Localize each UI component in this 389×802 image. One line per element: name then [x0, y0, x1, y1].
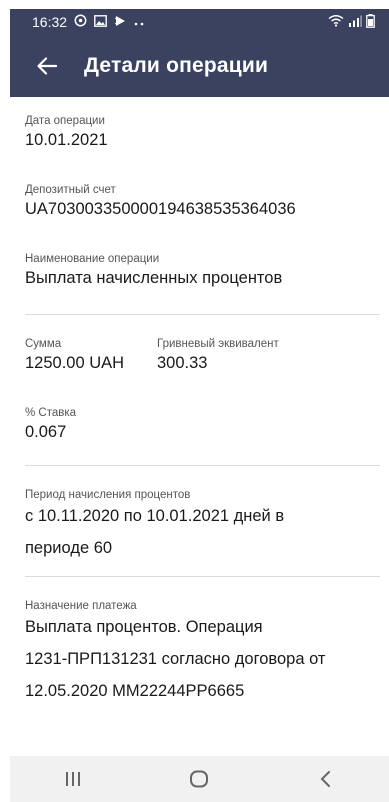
account-label: Депозитный счет: [25, 184, 116, 196]
gallery-icon: [94, 14, 107, 30]
battery-icon: [366, 13, 375, 31]
period-value-line2: периоде 60: [25, 539, 113, 557]
nav-back-button[interactable]: [296, 759, 356, 799]
amount-value: 1250.00 UAH: [25, 354, 125, 372]
home-icon: [190, 770, 209, 788]
home-button[interactable]: [169, 759, 229, 799]
recent-apps-icon: [66, 772, 81, 786]
status-bar-right: [328, 13, 375, 31]
play-icon: [114, 14, 126, 30]
signal-icon: [348, 14, 362, 30]
purpose-value-line2: 1231-ПРП131231 согласно договора от: [25, 650, 326, 668]
date-label: Дата операции: [25, 115, 105, 127]
wifi-icon: [328, 14, 344, 30]
more-dots-icon: [133, 14, 145, 30]
back-icon: [320, 771, 330, 787]
date-value: 10.01.2021: [25, 131, 108, 149]
account-value: UA703003350000194638535364036: [25, 200, 296, 218]
rate-value: 0.067: [25, 423, 67, 441]
recent-apps-button[interactable]: [43, 759, 103, 799]
amount-label: Сумма: [25, 338, 62, 350]
operation-details: Дата операции 10.01.2021 Депозитный счет…: [25, 97, 380, 707]
status-bar-left: 16:32: [32, 14, 145, 30]
operation-name-label: Наименование операции: [25, 253, 160, 265]
arrow-left-icon: [37, 57, 57, 75]
hryvnia-equivalent-value: 300.33: [157, 354, 208, 372]
status-time: 16:32: [32, 14, 68, 30]
whatsapp-icon: [74, 14, 87, 30]
page-title: Детали операции: [84, 54, 269, 77]
amount-row: Сумма 1250.00 UAH Гривневый эквивалент 3…: [25, 337, 380, 374]
hryvnia-equivalent-label: Гривневый эквивалент: [157, 338, 279, 350]
app-bar: Детали операции: [10, 35, 389, 97]
status-bar: 16:32: [10, 9, 389, 35]
hryvnia-equivalent-block: Гривневый эквивалент 300.33: [157, 337, 279, 374]
purpose-value-line3: 12.05.2020 ММ22244РР6665: [25, 682, 245, 700]
back-button[interactable]: [34, 53, 60, 79]
operation-name-value: Выплата начисленных процентов: [25, 269, 283, 287]
system-nav-bar: [10, 756, 389, 802]
purpose-value-line1: Выплата процентов. Операция: [25, 618, 263, 636]
rate-label: % Ставка: [25, 407, 77, 419]
period-value-line1: с 10.11.2020 по 10.01.2021 дней в: [25, 507, 285, 525]
amount-block: Сумма 1250.00 UAH: [25, 337, 157, 374]
